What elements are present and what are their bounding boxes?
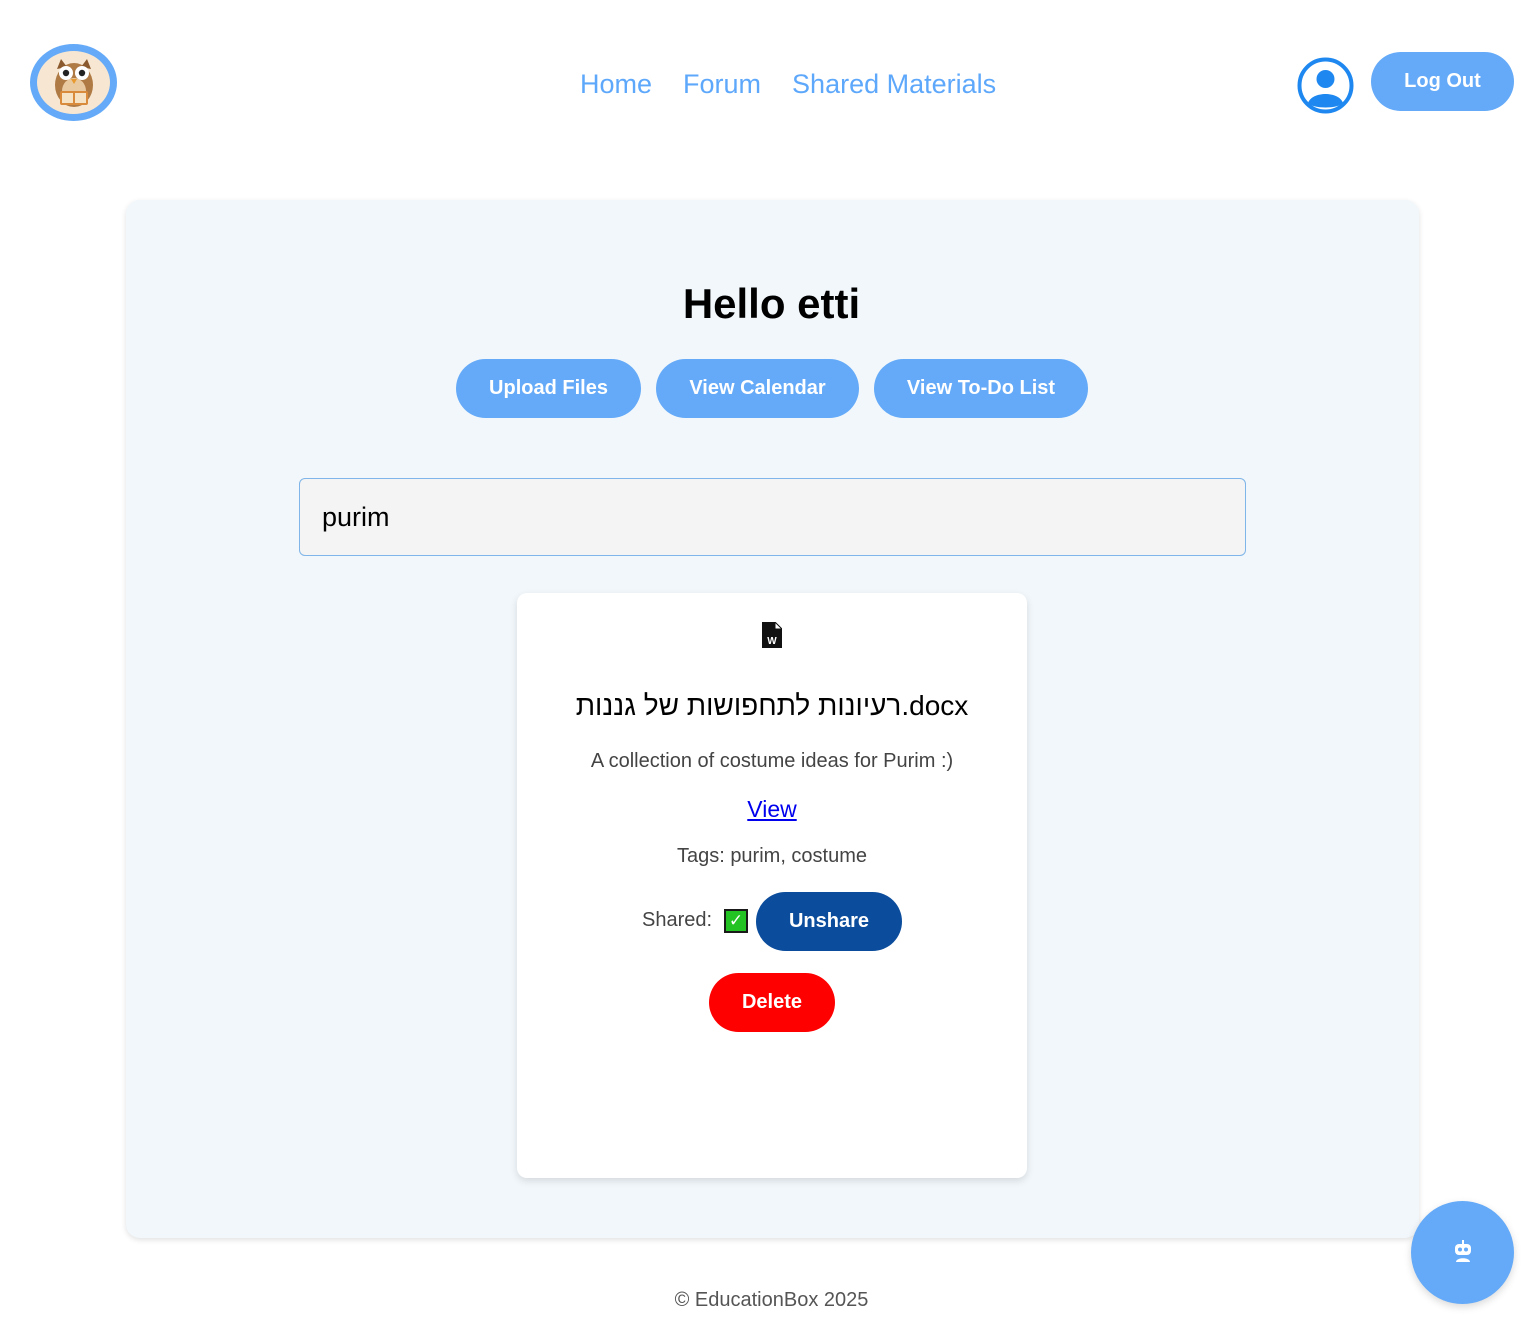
owl-reading-book-icon (37, 51, 110, 114)
site-logo[interactable] (30, 44, 117, 121)
file-name: רעיונות לתחפושות של גננות.docx (575, 690, 969, 721)
chatbot-button[interactable] (1411, 1201, 1514, 1304)
shared-label: Shared: (642, 909, 713, 931)
user-circle-icon[interactable] (1297, 57, 1354, 114)
delete-button[interactable]: Delete (709, 973, 835, 1032)
file-view-row: View (517, 796, 1027, 823)
view-todo-list-button[interactable]: View To-Do List (874, 359, 1088, 418)
word-document-icon: W (762, 620, 784, 648)
shared-check-icon: ✓ (724, 909, 748, 933)
view-calendar-button[interactable]: View Calendar (656, 359, 859, 418)
footer-copyright: © EducationBox 2025 (674, 1289, 869, 1311)
main-nav: Home Forum Shared Materials (580, 66, 996, 102)
file-tags: Tags: purim, costume (676, 845, 868, 867)
unshare-button[interactable]: Unshare (756, 892, 902, 951)
robot-icon (1453, 1240, 1473, 1265)
nav-shared-materials-link[interactable]: Shared Materials (792, 66, 996, 102)
greeting-heading: Hello etti (682, 280, 861, 327)
search-input[interactable] (299, 478, 1246, 556)
file-card (517, 593, 1027, 1178)
file-description: A collection of costume ideas for Purim … (590, 750, 954, 772)
nav-home-link[interactable]: Home (580, 66, 652, 102)
nav-forum-link[interactable]: Forum (683, 66, 761, 102)
upload-files-button[interactable]: Upload Files (456, 359, 641, 418)
view-file-link[interactable]: View (747, 796, 796, 822)
logout-button[interactable]: Log Out (1371, 52, 1514, 111)
svg-text:W: W (767, 636, 777, 647)
